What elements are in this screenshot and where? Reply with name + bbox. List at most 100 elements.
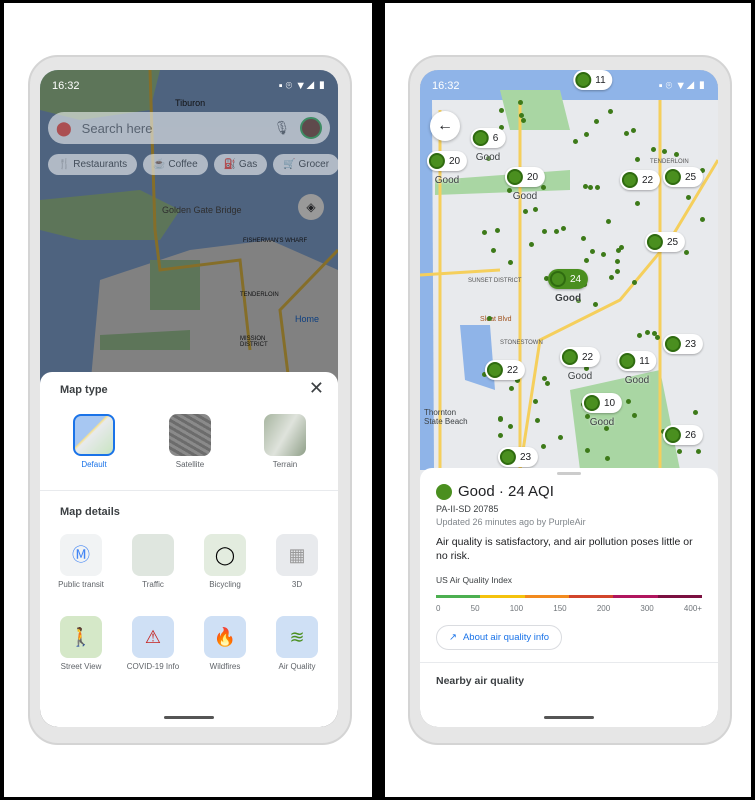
frame-divider (372, 0, 385, 800)
close-button[interactable]: ✕ (309, 378, 324, 399)
chip-coffee[interactable]: ☕ Coffee (143, 154, 208, 175)
map-detail-wildfires[interactable]: 🔥 Wildfires (190, 616, 260, 671)
frame-right (751, 0, 755, 800)
search-bar[interactable]: ⬤ Search here 🎙 (48, 112, 330, 144)
air-quality-icon (428, 153, 445, 169)
sensor-dot[interactable] (631, 127, 637, 133)
aqi-marker[interactable]: 22 (619, 170, 661, 190)
sensor-dot[interactable] (593, 118, 599, 124)
sensor-dot[interactable] (634, 156, 640, 162)
close-icon: ✕ (308, 378, 324, 398)
sensor-dot[interactable] (623, 131, 629, 137)
sensor-dot[interactable] (614, 258, 620, 264)
status-time: 16:32 (52, 80, 80, 92)
air-quality-icon (506, 169, 523, 185)
map-type-default[interactable]: Default (59, 414, 129, 469)
sensor-dot[interactable] (520, 118, 526, 124)
sensor-dot[interactable] (654, 335, 660, 341)
aqi-marker[interactable]: 6 (470, 128, 506, 148)
right-screen: TENDERLOIN SUNSET DISTRICT Sloat Blvd ST… (420, 70, 718, 727)
sensor-dot[interactable] (644, 330, 650, 336)
aqi-marker[interactable]: 25 (662, 167, 704, 187)
sensor-dot[interactable] (560, 226, 566, 232)
sensor-dot[interactable] (683, 249, 689, 255)
sensor-dot[interactable] (497, 417, 503, 423)
sensor-dot[interactable] (661, 149, 667, 155)
sensor-dot[interactable] (693, 409, 699, 415)
sensor-dot[interactable] (532, 398, 538, 404)
aqi-marker[interactable]: 25 (644, 232, 686, 252)
search-input[interactable]: Search here (82, 121, 264, 136)
map-detail-public-transit[interactable]: Ⓜ Public transit (46, 534, 116, 589)
sensor-dot[interactable] (540, 185, 546, 191)
sensor-dot[interactable] (582, 183, 588, 189)
sensor-dot[interactable] (615, 268, 621, 274)
map-detail-covid-19-info[interactable]: ⚠ COVID-19 Info (118, 616, 188, 671)
map-detail-street-view[interactable]: 🚶 Street View (46, 616, 116, 671)
aqi-marker[interactable]: 10 (581, 393, 623, 413)
sensor-dot[interactable] (507, 423, 513, 429)
back-button[interactable]: ← (430, 111, 460, 141)
sensor-dot[interactable] (607, 108, 613, 114)
updated-text: Updated 26 minutes ago by PurpleAir (436, 517, 586, 527)
sensor-dot[interactable] (626, 398, 632, 404)
aqi-status-label: Good (434, 175, 460, 186)
air-quality-icon (472, 130, 489, 146)
nearby-title: Nearby air quality (436, 675, 525, 687)
chip-restaurants[interactable]: 🍴 Restaurants (48, 154, 138, 175)
aqi-scale-tick: 200 (596, 604, 611, 613)
avatar[interactable] (300, 117, 322, 139)
sensor-dot[interactable] (481, 229, 487, 235)
aqi-marker[interactable]: 23 (497, 447, 539, 467)
sensor-dot[interactable] (486, 316, 492, 322)
chip-gas[interactable]: ⛽ Gas (213, 154, 268, 175)
aqi-scale-segment (657, 595, 702, 598)
sensor-dot[interactable] (581, 235, 587, 241)
sensor-dot[interactable] (532, 206, 538, 212)
sensor-dot[interactable] (498, 107, 504, 113)
sensor-dot[interactable] (651, 330, 657, 336)
aqi-description: Air quality is satisfactory, and air pol… (436, 536, 693, 562)
sensor-dot[interactable] (507, 259, 513, 265)
chip-groceries[interactable]: 🛒 Grocer (273, 154, 338, 175)
map-detail-traffic[interactable]: Traffic (118, 534, 188, 589)
aqi-marker[interactable]: 11 (617, 351, 657, 371)
aqi-status-label: Good (512, 191, 538, 202)
map-type-satellite[interactable]: Satellite (155, 414, 225, 469)
sensor-dot[interactable] (494, 228, 500, 234)
sensor-dot[interactable] (583, 258, 589, 264)
aqi-scale-tick: 0 (436, 604, 441, 613)
sensor-dot[interactable] (592, 301, 598, 307)
map-detail-icon: ▦ (276, 534, 318, 576)
sensor-dot[interactable] (508, 385, 514, 391)
sensor-dot[interactable] (699, 216, 705, 222)
mic-icon[interactable]: 🎙 (273, 120, 290, 136)
map-detail-bicycling[interactable]: ◯ Bicycling (190, 534, 260, 589)
sensor-dot[interactable] (605, 218, 611, 224)
aqi-marker[interactable]: 24 (547, 269, 589, 289)
sensor-dot[interactable] (618, 244, 624, 250)
drag-handle[interactable] (557, 472, 581, 475)
aqi-marker[interactable]: 20 (426, 151, 468, 171)
sensor-dot[interactable] (557, 434, 563, 440)
aqi-status-label: Good (589, 417, 615, 428)
map-detail-icon: 🚶 (60, 616, 102, 658)
sensor-dot[interactable] (506, 187, 512, 193)
aqi-marker[interactable]: 20 (504, 167, 546, 187)
map-detail-air-quality[interactable]: ≋ Air Quality (262, 616, 332, 671)
aqi-marker[interactable]: 26 (662, 425, 704, 445)
layers-button[interactable]: ◈ (298, 194, 324, 220)
map-detail-3d[interactable]: ▦ 3D (262, 534, 332, 589)
aqi-marker[interactable]: 23 (662, 334, 704, 354)
status-bar: 16:32 ▪ ⌾ ▼◢ ▮ (52, 80, 326, 93)
sensor-dot[interactable] (634, 201, 640, 207)
sensor-dot[interactable] (636, 332, 642, 338)
sensor-dot[interactable] (631, 413, 637, 419)
sensor-dot[interactable] (632, 279, 638, 285)
sensor-dot[interactable] (594, 184, 600, 190)
about-air-quality-link[interactable]: ↗ About air quality info (436, 625, 563, 650)
aqi-marker[interactable]: 22 (559, 347, 601, 367)
aqi-marker[interactable]: 22 (484, 360, 526, 380)
map-detail-icon: ⚠ (132, 616, 174, 658)
map-type-terrain[interactable]: Terrain (250, 414, 320, 469)
